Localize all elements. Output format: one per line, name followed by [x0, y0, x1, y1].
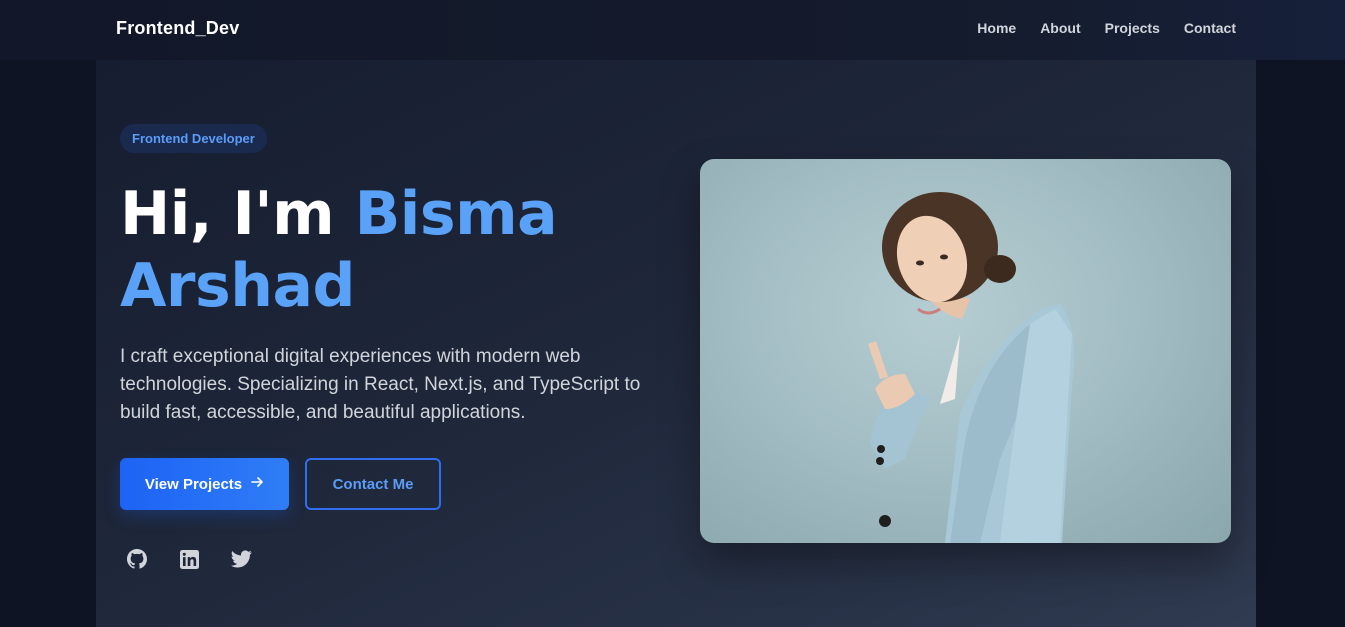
nav-links: Home About Projects Contact [977, 20, 1236, 36]
brand-logo[interactable]: Frontend_Dev [116, 18, 239, 39]
top-navbar: Frontend_Dev Home About Projects Contact [0, 0, 1345, 60]
hero-description: I craft exceptional digital experiences … [120, 346, 641, 423]
navbar-container: Frontend_Dev Home About Projects Contact [96, 0, 1256, 60]
github-icon[interactable] [126, 548, 148, 570]
view-projects-button[interactable]: View Projects [120, 458, 289, 510]
portrait-illustration [868, 192, 1075, 543]
hero-title: Hi, I'm Bisma Arshad [120, 178, 640, 322]
hero-greeting: Hi, I'm [120, 179, 355, 249]
nav-link-home[interactable]: Home [977, 20, 1016, 36]
nav-link-contact[interactable]: Contact [1184, 20, 1236, 36]
profile-photo [700, 159, 1231, 543]
role-badge: Frontend Developer [120, 124, 267, 153]
nav-link-about[interactable]: About [1040, 20, 1080, 36]
contact-me-button[interactable]: Contact Me [305, 458, 441, 510]
view-projects-label: View Projects [144, 475, 243, 493]
twitter-icon[interactable] [230, 548, 252, 570]
linkedin-icon[interactable] [178, 548, 200, 570]
hero-section: Frontend Developer Hi, I'm Bisma Arshad … [96, 60, 1256, 627]
arrow-right-icon [250, 475, 264, 493]
nav-link-projects[interactable]: Projects [1105, 20, 1160, 36]
social-links [126, 548, 252, 570]
